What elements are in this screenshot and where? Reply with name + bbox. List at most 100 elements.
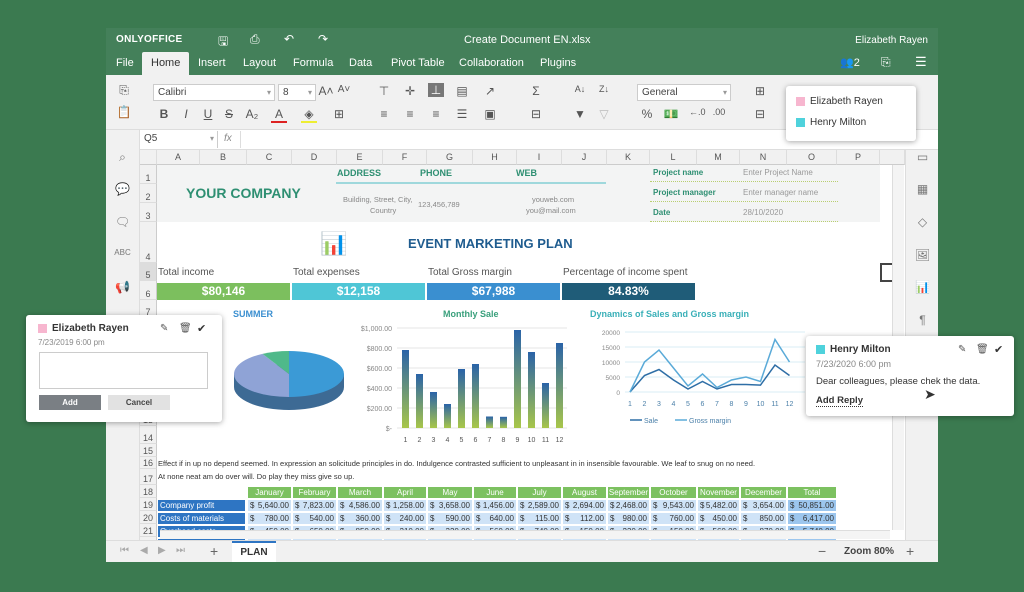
table-cell[interactable]: $450.00 [698,513,739,524]
feedback-icon[interactable]: 📢 [106,280,139,294]
row-header[interactable]: 1 [140,165,157,184]
column-header[interactable]: F [383,150,427,165]
spreadsheet-grid[interactable]: ABCDEFGHIJKLMNOP123456789101112131415161… [140,150,905,540]
table-cell[interactable]: $7,823.00 [293,500,336,511]
table-cell[interactable]: $50,851.00 [788,500,836,511]
column-header[interactable]: O [787,150,837,165]
row-header[interactable]: 4 [140,222,157,263]
row-header[interactable]: 17 [140,469,157,485]
align-top-icon[interactable]: ⊤ [376,84,392,98]
column-header[interactable]: J [562,150,607,165]
italic-icon[interactable]: I [178,107,194,121]
zoom-out-icon[interactable]: − [818,543,826,559]
image-settings-icon[interactable]: 🖼 [906,248,938,262]
add-button[interactable]: Add [39,395,101,410]
undo-icon[interactable]: ↶ [284,32,294,46]
resolve-icon[interactable]: ✔ [994,343,1003,356]
paragraph-icon[interactable]: ¶ [906,313,938,327]
horizontal-scrollbar[interactable] [160,530,890,539]
resolve-icon[interactable]: ✔ [197,322,206,335]
row-header[interactable]: 5 [140,263,157,281]
justify-icon[interactable]: ☰ [454,107,470,121]
zoom-in-icon[interactable]: + [906,543,914,559]
table-cell[interactable]: $2,694.00 [563,500,606,511]
column-header[interactable]: D [292,150,337,165]
column-header[interactable]: A [157,150,200,165]
add-sheet-icon[interactable]: + [210,543,218,559]
column-header[interactable] [880,150,905,165]
column-header[interactable]: P [837,150,880,165]
table-cell[interactable]: $640.00 [474,513,516,524]
row-header[interactable]: 6 [140,281,157,300]
first-sheet-icon[interactable]: ⏮ [120,545,129,556]
prev-sheet-icon[interactable]: ◀ [140,545,148,556]
subscript-icon[interactable]: A₂ [244,107,260,121]
align-bottom-icon[interactable]: ⊥ [428,83,444,97]
edit-icon[interactable]: ✎ [160,323,168,334]
table-cell[interactable]: $115.00 [518,513,561,524]
row-header[interactable]: 19 [140,498,157,511]
sum-icon[interactable]: Σ [528,84,544,98]
tab-formula[interactable]: Formula [287,52,339,75]
table-cell[interactable]: $760.00 [651,513,696,524]
table-cell[interactable]: $540.00 [293,513,336,524]
orientation-icon[interactable]: ↗ [482,84,498,98]
align-center-icon[interactable]: ≡ [402,107,418,121]
chat-icon[interactable]: 🗨 [106,215,139,229]
row-header[interactable]: 18 [140,485,157,498]
decrease-font-icon[interactable]: A˅ [336,84,352,95]
table-cell[interactable]: $5,640.00 [248,500,291,511]
line-chart[interactable]: Dynamics of Sales and Gross margin 0 5000 1… [580,305,810,435]
open-location-icon[interactable]: ⎘ [881,55,891,70]
row-header[interactable]: 14 [140,426,157,444]
underline-icon[interactable]: U [200,107,216,121]
align-middle-icon[interactable]: ✛ [402,84,418,98]
sort-asc-icon[interactable]: A↓ [572,84,588,94]
users-button[interactable]: 👥2 [840,56,860,69]
tab-data[interactable]: Data [343,52,378,75]
copy-icon[interactable]: ⎘ [116,83,132,98]
delete-icon[interactable]: 🗑 [976,344,989,355]
comment-input[interactable] [39,352,208,389]
insert-cells-icon[interactable]: ⊞ [752,84,768,98]
table-cell[interactable]: $3,658.00 [428,500,472,511]
bold-icon[interactable]: B [156,107,172,121]
table-cell[interactable]: $6,417.00 [788,513,836,524]
cancel-button[interactable]: Cancel [108,395,170,410]
column-header[interactable]: K [607,150,650,165]
tab-collaboration[interactable]: Collaboration [453,52,530,75]
font-size-select[interactable]: 8 ▾ [278,84,316,101]
print-icon[interactable]: ⎙ [250,32,260,47]
table-cell[interactable]: $240.00 [384,513,426,524]
tab-home[interactable]: Home [142,52,190,75]
align-left-icon[interactable]: ≡ [376,107,392,121]
table-cell[interactable]: $1,258.00 [384,500,426,511]
column-header[interactable]: C [247,150,292,165]
bar-chart[interactable]: Monthly Sale $- $200.00 $400.00 $600.00 $800.… [335,305,585,445]
row-header[interactable]: 20 [140,511,157,524]
column-header[interactable]: N [740,150,787,165]
column-header[interactable]: G [427,150,473,165]
table-cell[interactable]: $112.00 [563,513,606,524]
merge-icon[interactable]: ▣ [482,107,498,121]
paste-icon[interactable]: 📋 [116,105,132,119]
column-header[interactable]: I [517,150,562,165]
delete-cells-icon[interactable]: ⊟ [752,107,768,121]
add-reply-link[interactable]: Add Reply [816,395,863,407]
column-header[interactable]: E [337,150,383,165]
row-header[interactable]: 15 [140,444,157,457]
edit-icon[interactable]: ✎ [958,344,966,355]
sheet-tab-plan[interactable]: PLAN [232,541,276,562]
spellcheck-icon[interactable]: ABC [106,248,139,257]
table-cell[interactable]: $590.00 [428,513,472,524]
table-cell[interactable]: $2,589.00 [518,500,561,511]
align-right-icon[interactable]: ≡ [428,107,444,121]
column-header[interactable]: H [473,150,517,165]
tab-file[interactable]: File [110,52,140,75]
cell-reference[interactable]: Q5 ▾ [140,131,218,148]
tab-layout[interactable]: Layout [237,52,282,75]
delete-icon[interactable]: 🗑 [179,323,192,334]
wrap-text-icon[interactable]: ▤ [454,84,470,98]
chart-settings-icon[interactable]: 📊 [906,280,938,294]
increase-font-icon[interactable]: A˄ [318,84,334,98]
